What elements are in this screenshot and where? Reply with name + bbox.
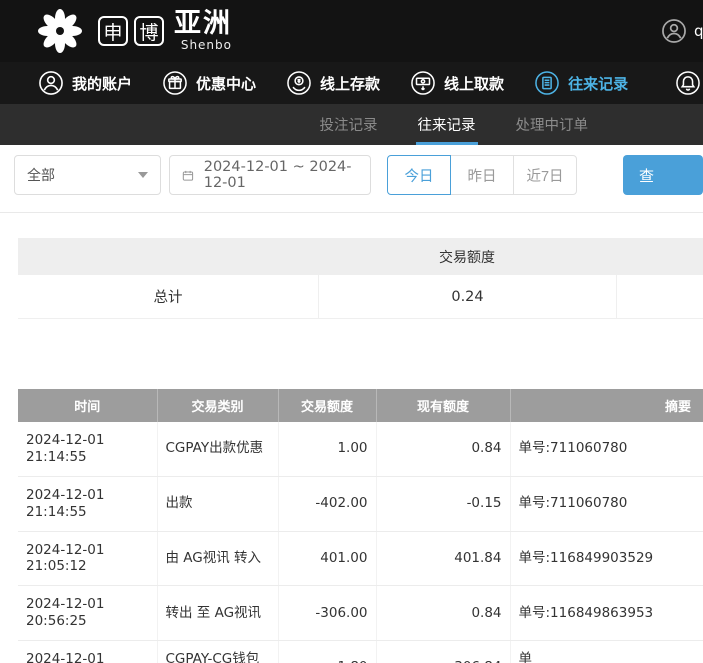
table-row: 2024-12-01 21:05:12由 AG视讯 转入401.00401.84… — [18, 531, 703, 586]
banknote-circle-icon — [410, 70, 436, 96]
cell-amount: 1.00 — [278, 422, 376, 476]
summary-total-label: 总计 — [18, 275, 318, 318]
cell-type: 出款 — [157, 476, 278, 531]
cell-balance: 0.84 — [376, 586, 510, 641]
cell-amount: -306.00 — [278, 586, 376, 641]
nav-item-my-account[interactable]: 我的账户 — [38, 70, 132, 96]
tab-label: 处理中订单 — [516, 114, 589, 135]
calendar-icon — [181, 167, 195, 184]
col-header-type: 交易类别 — [157, 389, 278, 422]
brand-region: 亚洲 Shenbo — [174, 10, 232, 52]
top-brand-bar: 申 博 亚洲 Shenbo qh — [0, 0, 703, 62]
cell-type: 由 AG视讯 转入 — [157, 531, 278, 586]
cell-balance: -0.15 — [376, 476, 510, 531]
nav-item-records[interactable]: 往来记录 — [534, 70, 628, 96]
cell-amount: -402.00 — [278, 476, 376, 531]
cell-amount: 401.00 — [278, 531, 376, 586]
account-summary[interactable]: qh — [661, 18, 703, 44]
table-row: 2024-12-01 20:56:18CGPAY-CG钱包支付笔笔送优惠1.80… — [18, 641, 703, 663]
cell-type: CGPAY出款优惠 — [157, 422, 278, 476]
nav-label: 线上存款 — [320, 73, 380, 94]
summary-total-row: 总计 0.24 — [18, 275, 703, 319]
document-circle-icon — [534, 70, 560, 96]
bell-circle-icon — [675, 70, 701, 96]
tab-label: 投注记录 — [320, 114, 378, 135]
cell-time: 2024-12-01 20:56:25 — [18, 586, 157, 641]
summary-table: 交易额度 总计 0.24 — [18, 238, 703, 319]
col-header-time: 时间 — [18, 389, 157, 422]
filter-bar: 全部 2024-12-01 ~ 2024-12-01 今日 昨日 近7日 查 — [0, 145, 703, 213]
transactions-header: 时间 交易类别 交易额度 现有额度 摘要 — [18, 389, 703, 422]
nav-label: 我的账户 — [72, 73, 132, 94]
transactions-table: 时间 交易类别 交易额度 现有额度 摘要 2024-12-01 21:14:55… — [18, 389, 703, 663]
transactions-body: 2024-12-01 21:14:55CGPAY出款优惠1.000.84单号:7… — [18, 422, 703, 663]
yesterday-button[interactable]: 昨日 — [450, 155, 514, 195]
today-button[interactable]: 今日 — [387, 155, 451, 195]
cell-time: 2024-12-01 21:14:55 — [18, 476, 157, 531]
nav-item-withdraw[interactable]: 线上取款 — [410, 70, 504, 96]
tab-transaction-records[interactable]: 往来记录 — [418, 104, 476, 145]
date-range-value: 2024-12-01 ~ 2024-12-01 — [204, 159, 359, 191]
type-select-value: 全部 — [27, 165, 55, 185]
cell-summary: 单号:711060780 — [510, 422, 703, 476]
brand-region-text: 亚洲 — [174, 10, 232, 38]
cell-summary: 单号:116849863953 — [510, 586, 703, 641]
nav-label: 往来记录 — [568, 73, 628, 94]
nav-item-promotions[interactable]: 优惠中心 — [162, 70, 256, 96]
cell-type: 转出 至 AG视讯 — [157, 586, 278, 641]
tab-label: 往来记录 — [418, 114, 476, 135]
brand-subtitle: Shenbo — [181, 38, 232, 52]
table-row: 2024-12-01 20:56:25转出 至 AG视讯-306.000.84单… — [18, 586, 703, 641]
flower-logo-icon — [36, 7, 84, 55]
summary-header-row: 交易额度 — [18, 238, 703, 275]
col-header-balance: 现有额度 — [376, 389, 510, 422]
records-subnav: 投注记录 往来记录 处理中订单 — [0, 104, 703, 145]
last7days-button[interactable]: 近7日 — [513, 155, 577, 195]
quick-date-buttons: 今日 昨日 近7日 — [387, 155, 577, 195]
brand-char-shen: 申 — [98, 16, 128, 46]
coin-circle-icon — [286, 70, 312, 96]
brand-char-bo: 博 — [134, 16, 164, 46]
summary-amount-header: 交易额度 — [318, 247, 616, 267]
cell-type: CGPAY-CG钱包支付笔笔送优惠 — [157, 641, 278, 663]
nav-item-deposit[interactable]: 线上存款 — [286, 70, 380, 96]
tab-processing-orders[interactable]: 处理中订单 — [516, 104, 589, 145]
nav-label: 优惠中心 — [196, 73, 256, 94]
tab-betting-records[interactable]: 投注记录 — [320, 104, 378, 145]
username-label: qh — [694, 22, 703, 40]
table-row: 2024-12-01 21:14:55CGPAY出款优惠1.000.84单号:7… — [18, 422, 703, 476]
gift-circle-icon — [162, 70, 188, 96]
caret-down-icon — [138, 172, 148, 178]
summary-empty-cell — [616, 275, 703, 318]
brand-logo-text: 申 博 — [98, 16, 164, 46]
col-header-summary: 摘要 — [510, 389, 703, 422]
avatar-user-icon — [661, 18, 687, 44]
col-header-amount: 交易额度 — [278, 389, 376, 422]
cell-summary: 单号:711060780 — [510, 476, 703, 531]
cell-balance: 306.84 — [376, 641, 510, 663]
user-circle-icon — [38, 70, 64, 96]
type-select[interactable]: 全部 — [14, 155, 161, 195]
cell-balance: 0.84 — [376, 422, 510, 476]
cell-summary: 单号:202412023797377007 — [510, 641, 703, 663]
table-row: 2024-12-01 21:14:55出款-402.00-0.15单号:7110… — [18, 476, 703, 531]
cell-time: 2024-12-01 21:14:55 — [18, 422, 157, 476]
search-button[interactable]: 查 — [623, 155, 703, 195]
cell-amount: 1.80 — [278, 641, 376, 663]
cell-balance: 401.84 — [376, 531, 510, 586]
cell-time: 2024-12-01 21:05:12 — [18, 531, 157, 586]
notification-button[interactable] — [675, 70, 701, 96]
date-range-input[interactable]: 2024-12-01 ~ 2024-12-01 — [169, 155, 371, 195]
cell-time: 2024-12-01 20:56:18 — [18, 641, 157, 663]
nav-label: 线上取款 — [444, 73, 504, 94]
transactions-section: 时间 交易类别 交易额度 现有额度 摘要 2024-12-01 21:14:55… — [18, 389, 703, 663]
summary-total-value: 0.24 — [318, 275, 616, 318]
main-nav: 我的账户 优惠中心 线上存款 线上取款 — [0, 62, 703, 104]
cell-summary: 单号:116849903529 — [510, 531, 703, 586]
